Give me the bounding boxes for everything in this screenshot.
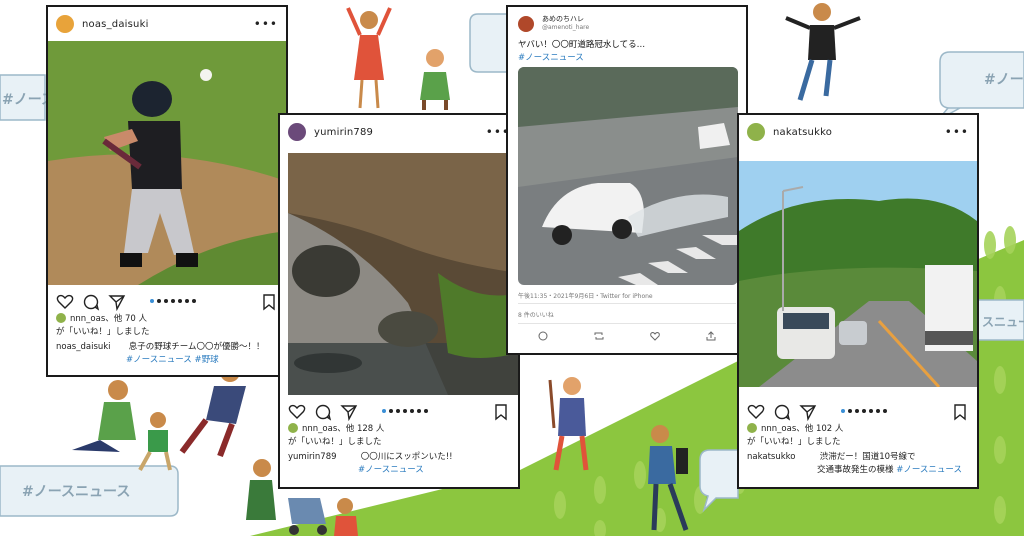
tweet-card: あめのちハレ @amenoti_hare ヤバい！〇〇町道路冠水してる… #ノー… <box>506 5 748 355</box>
bookmark-icon[interactable] <box>951 403 969 421</box>
hashtags[interactable]: #ノースニュース <box>358 465 424 475</box>
share-icon[interactable] <box>706 331 716 341</box>
heart-icon[interactable] <box>56 293 74 311</box>
share-icon[interactable] <box>799 403 817 421</box>
username[interactable]: yumirin789 <box>314 127 486 138</box>
likes-count[interactable]: nnn_oas、他 128 人 <box>302 424 384 434</box>
carousel-indicator <box>382 409 428 413</box>
comment-icon[interactable] <box>773 403 791 421</box>
comment-icon[interactable] <box>82 293 100 311</box>
post-photo-baseball <box>48 41 286 285</box>
carousel-indicator <box>841 409 887 413</box>
instagram-post-card: yumirin789 ••• nnn_oas、他 128 人が「いいね！」しまし… <box>278 113 520 489</box>
bookmark-icon[interactable] <box>492 403 510 421</box>
tweet-name[interactable]: あめのちハレ <box>542 15 589 24</box>
tweet-likes[interactable]: 8 件のいいね <box>518 310 746 319</box>
more-icon[interactable]: ••• <box>254 17 278 31</box>
liked-text: が「いいね！」しました <box>288 437 382 447</box>
user-avatar[interactable] <box>56 15 74 33</box>
caption-username[interactable]: nakatsukko <box>747 451 817 464</box>
tweet-text: ヤバい！〇〇町道路冠水してる… #ノースニュース <box>518 39 736 65</box>
caption-text: 〇〇川にスッポンいた!! <box>360 452 453 462</box>
reply-icon[interactable] <box>538 331 548 341</box>
post-header: yumirin789 ••• <box>280 115 518 149</box>
svg-text:スニュー: スニュー <box>982 315 1024 329</box>
hashtags[interactable]: #ノースニュース #野球 <box>126 355 219 365</box>
post-photo-turtles <box>288 153 518 395</box>
liker-avatar <box>56 313 66 323</box>
retweet-icon[interactable] <box>594 331 604 341</box>
tweet-handle[interactable]: @amenoti_hare <box>542 24 589 32</box>
heart-icon[interactable] <box>747 403 765 421</box>
tweet-meta: 午後11:35・2021年9月6日・Twitter for iPhone <box>518 293 653 300</box>
tweet-body: ヤバい！〇〇町道路冠水してる… <box>518 40 646 50</box>
user-avatar[interactable] <box>288 123 306 141</box>
post-header: noas_daisuki ••• <box>48 7 286 41</box>
caption: noas_daisuki 息子の野球チーム〇〇が優勝〜！！ #ノースニュース #… <box>56 341 278 367</box>
person-group-left <box>72 362 246 471</box>
caption-text-2: 交通事故発生の模様 <box>817 465 894 475</box>
caption-username[interactable]: yumirin789 <box>288 451 358 464</box>
likes-line: nnn_oas、他 70 人が「いいね！」しました <box>56 313 150 339</box>
liker-avatar <box>747 423 757 433</box>
person-jumping-right <box>785 3 861 101</box>
liked-text: が「いいね！」しました <box>56 327 150 337</box>
instagram-post-card: noas_daisuki ••• nnn_oas、他 70 人が「いいね！」しま… <box>46 5 288 377</box>
caption-text: 渋滞だー！国道10号線で <box>819 452 916 462</box>
caption: yumirin789 〇〇川にスッポンいた!! #ノースニュース <box>288 451 510 477</box>
person-red-dress <box>346 7 392 109</box>
post-header: nakatsukko ••• <box>739 115 977 149</box>
caption-username[interactable]: noas_daisuki <box>56 341 126 354</box>
caption: nakatsukko 渋滞だー！国道10号線で 交通事故発生の模様 #ノースニュ… <box>747 451 969 477</box>
post-photo-traffic <box>739 161 977 387</box>
person-green-shirt <box>420 49 450 110</box>
heart-icon[interactable] <box>650 331 660 341</box>
svg-text:#ノースニュース: #ノースニュース <box>22 484 130 500</box>
share-icon[interactable] <box>108 293 126 311</box>
bookmark-icon[interactable] <box>260 293 278 311</box>
svg-text:#ノー: #ノー <box>984 72 1024 88</box>
carousel-indicator <box>150 299 196 303</box>
caption-text: 息子の野球チーム〇〇が優勝〜！！ <box>128 342 265 352</box>
liker-avatar <box>288 423 298 433</box>
user-avatar[interactable] <box>518 15 534 32</box>
comment-icon[interactable] <box>314 403 332 421</box>
hashtags[interactable]: #ノースニュース <box>896 465 962 475</box>
user-avatar[interactable] <box>747 123 765 141</box>
likes-line: nnn_oas、他 128 人が「いいね！」しました <box>288 423 384 449</box>
instagram-post-card: nakatsukko ••• nnn_oas、他 102 人が「いいね！」しまし… <box>737 113 979 489</box>
likes-line: nnn_oas、他 102 人が「いいね！」しました <box>747 423 843 449</box>
username[interactable]: noas_daisuki <box>82 19 254 30</box>
heart-icon[interactable] <box>288 403 306 421</box>
likes-count[interactable]: nnn_oas、他 102 人 <box>761 424 843 434</box>
liked-text: が「いいね！」しました <box>747 437 841 447</box>
username[interactable]: nakatsukko <box>773 127 945 138</box>
share-icon[interactable] <box>340 403 358 421</box>
hashtags[interactable]: #ノースニュース <box>518 53 584 63</box>
tweet-photo-flood <box>518 67 738 285</box>
more-icon[interactable]: ••• <box>945 125 969 139</box>
likes-count[interactable]: nnn_oas、他 70 人 <box>70 314 147 324</box>
